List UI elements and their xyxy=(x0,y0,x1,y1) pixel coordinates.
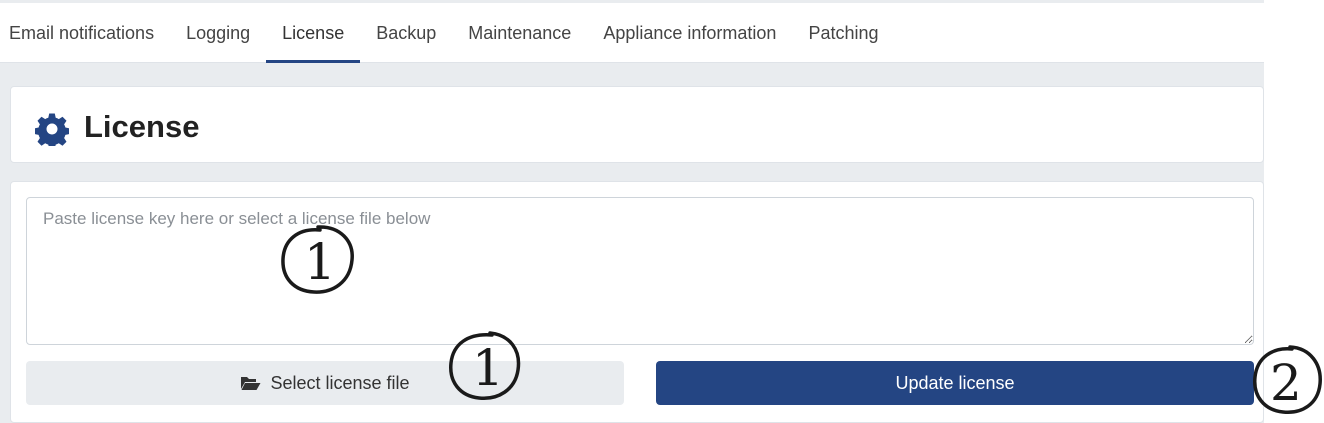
annotation-marker-2-update: 2 xyxy=(1250,344,1324,421)
gear-icon xyxy=(35,113,69,146)
tab-patching[interactable]: Patching xyxy=(792,3,894,63)
license-key-input[interactable] xyxy=(26,197,1254,345)
tab-maintenance[interactable]: Maintenance xyxy=(452,3,587,63)
annotation-number: 1 xyxy=(304,233,336,291)
annotation-marker-1-textarea: 1 xyxy=(278,224,358,301)
folder-open-icon xyxy=(241,377,261,390)
tab-appliance-information[interactable]: Appliance information xyxy=(587,3,792,63)
tab-list: Email notifications Logging License Back… xyxy=(0,3,895,63)
tab-license[interactable]: License xyxy=(266,3,361,63)
update-license-button[interactable]: Update license xyxy=(656,361,1254,405)
tab-logging[interactable]: Logging xyxy=(170,3,266,63)
settings-tab-bar: Email notifications Logging License Back… xyxy=(0,0,1264,63)
select-license-file-label: Select license file xyxy=(270,372,410,393)
select-license-file-button[interactable]: Select license file xyxy=(26,361,624,405)
page-header-card: License xyxy=(10,86,1264,163)
page-title: License xyxy=(84,109,200,144)
annotation-number: 1 xyxy=(472,339,504,397)
annotation-number: 2 xyxy=(1270,354,1302,412)
tab-email-notifications[interactable]: Email notifications xyxy=(0,3,170,63)
annotation-marker-1-select: 1 xyxy=(446,330,524,407)
tab-backup[interactable]: Backup xyxy=(360,3,452,63)
